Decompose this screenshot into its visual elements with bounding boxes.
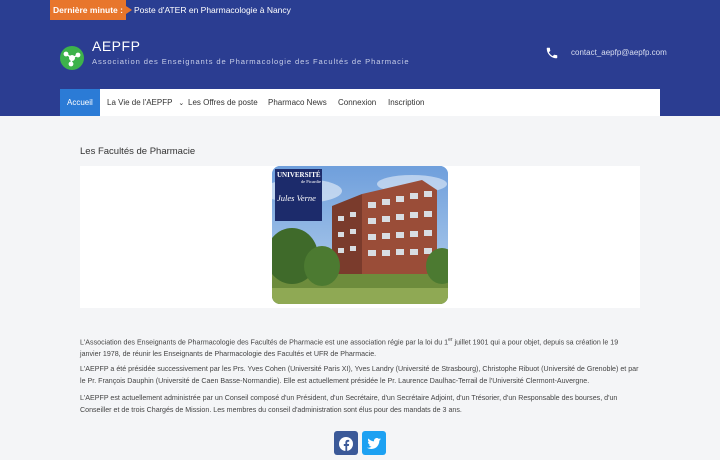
university-logo: UNIVERSITÉ de Picardie Jules Verne [277,171,321,204]
breaking-news-bar: Dernière minute : Poste d'ATER en Pharma… [0,0,720,20]
contact-email[interactable]: contact_aepfp@aepfp.com [571,48,667,57]
main-navigation: Accueil La Vie de l'AEPFP ⌄ Les Offres de… [60,89,660,116]
nav-item-accueil[interactable]: Accueil [60,89,100,116]
presidents-paragraph: L'AEPFP a été présidée successivement pa… [80,365,639,385]
page-title: Les Facultés de Pharmacie [80,146,196,157]
university-logo-line1: UNIVERSITÉ [277,171,321,179]
twitter-icon [367,438,381,449]
nav-item-vie-aepfp[interactable]: La Vie de l'AEPFP ⌄ [100,89,191,116]
nav-item-connexion[interactable]: Connexion [331,89,383,116]
twitter-share-button[interactable] [362,431,386,455]
faculty-building-image: UNIVERSITÉ de Picardie Jules Verne [272,166,448,304]
nav-item-label: La Vie de l'AEPFP [107,98,173,107]
intro-text-part1: L'Association des Enseignants de Pharmac… [80,338,449,347]
council-paragraph: L'AEPFP est actuellement administrée par… [80,394,618,414]
molecule-logo-icon[interactable] [60,46,84,70]
intro-paragraph: L'Association des Enseignants de Pharmac… [80,335,640,360]
phone-icon [545,46,559,60]
site-title[interactable]: AEPFP [92,38,140,54]
university-logo-line2: de Picardie [300,179,321,184]
nav-item-offres-de-poste[interactable]: Les Offres de poste [181,89,265,116]
breaking-news-link[interactable]: Poste d'ATER en Pharmacologie à Nancy [134,0,291,20]
university-logo-line3: Jules Verne [277,193,316,203]
hero-banner: UNIVERSITÉ de Picardie Jules Verne [80,166,640,308]
nav-item-pharmaco-news[interactable]: Pharmaco News [261,89,334,116]
site-description: Association des Enseignants de Pharmacol… [92,57,410,66]
facebook-share-button[interactable] [334,431,358,455]
facebook-icon [339,437,353,451]
breaking-news-label: Dernière minute : [50,0,132,20]
nav-item-inscription[interactable]: Inscription [381,89,431,116]
